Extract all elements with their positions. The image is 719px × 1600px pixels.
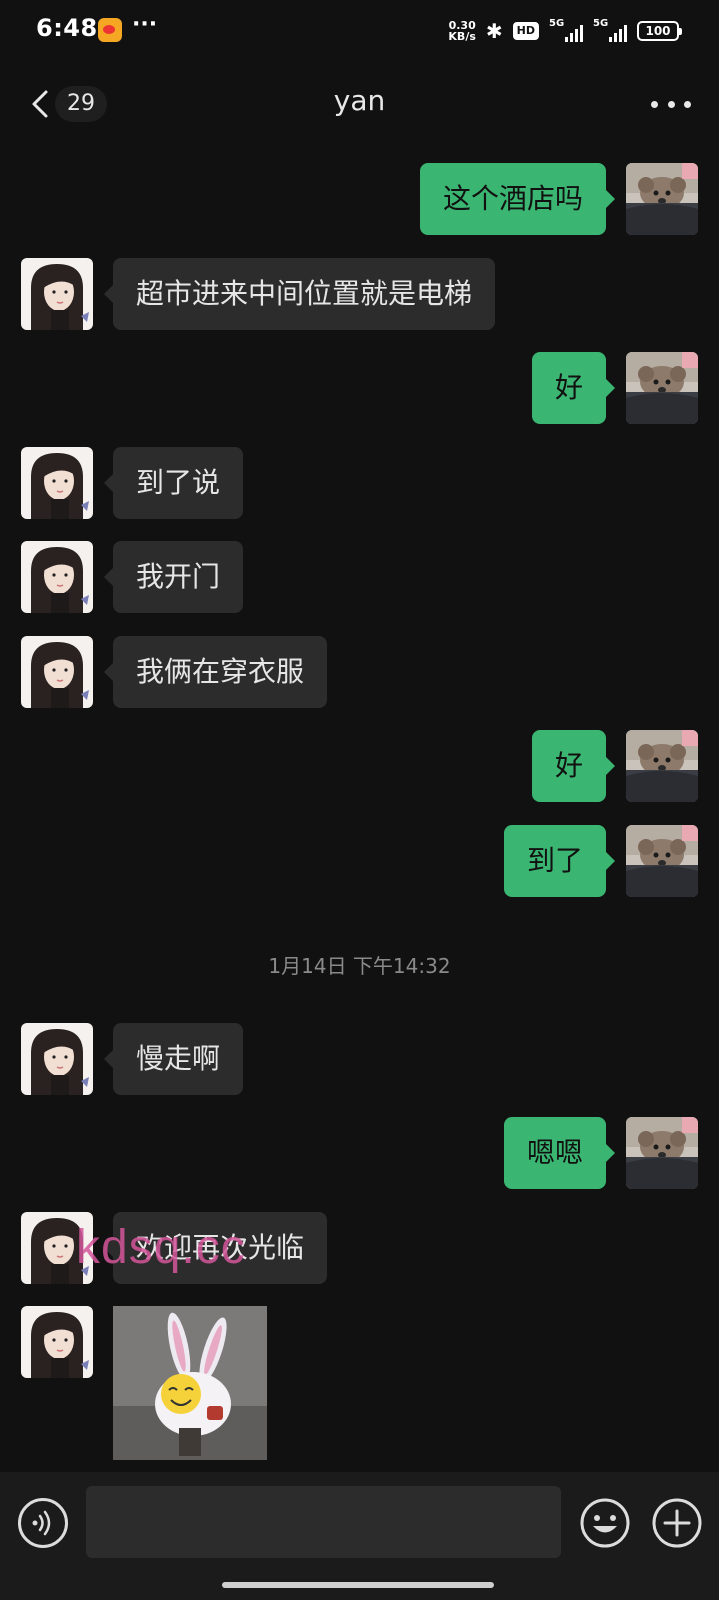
message-row: 到了 [0, 825, 719, 897]
signal-icon-2: 5G [593, 18, 627, 42]
message-timestamp: 1月14日 下午14:32 [268, 954, 451, 978]
message-bubble-self[interactable]: 这个酒店吗 [419, 163, 616, 235]
emoji-icon[interactable] [579, 1497, 631, 1549]
message-row [0, 1306, 719, 1378]
network-speed-unit: KB/s [448, 30, 476, 43]
message-bubble-contact[interactable]: 我开门 [103, 541, 244, 613]
more-notifications-icon: ··· [132, 12, 158, 37]
chat-title: yan [333, 84, 386, 117]
input-bar [0, 1472, 719, 1600]
chat-header: 29 yan [0, 62, 719, 146]
message-bubble-self[interactable]: 嗯嗯 [503, 1117, 616, 1189]
self-avatar[interactable] [626, 730, 698, 802]
contact-avatar[interactable] [21, 1023, 93, 1095]
bunny-sticker[interactable] [113, 1306, 267, 1460]
contact-avatar[interactable] [21, 541, 93, 613]
message-bubble-contact[interactable]: 到了说 [103, 447, 244, 519]
self-avatar[interactable] [626, 1117, 698, 1189]
message-row: 我开门 [0, 541, 719, 613]
message-row: 嗯嗯 [0, 1117, 719, 1189]
contact-avatar[interactable] [21, 1306, 93, 1378]
message-bubble-self[interactable]: 好 [531, 352, 616, 424]
sim1-label: 5G [549, 18, 565, 29]
home-indicator[interactable] [222, 1582, 494, 1588]
sim2-label: 5G [593, 18, 609, 29]
message-row: 慢走啊 [0, 1023, 719, 1095]
message-input[interactable] [86, 1486, 561, 1558]
message-row: 好 [0, 352, 719, 424]
message-row: 这个酒店吗 [0, 163, 719, 235]
message-row: 好 [0, 730, 719, 802]
weibo-icon [98, 18, 122, 42]
bluetooth-icon: ✱ [485, 19, 503, 43]
contact-avatar[interactable] [21, 447, 93, 519]
message-bubble-contact[interactable]: 超市进来中间位置就是电梯 [103, 258, 496, 330]
plus-icon[interactable] [651, 1497, 703, 1549]
more-icon[interactable] [651, 90, 691, 118]
voice-icon[interactable] [18, 1498, 68, 1548]
message-bubble-contact[interactable]: 慢走啊 [103, 1023, 244, 1095]
message-row: 超市进来中间位置就是电梯 [0, 258, 719, 330]
signal-icon: 5G [549, 18, 583, 42]
hd-icon: HD [512, 22, 539, 40]
message-row: 我俩在穿衣服 [0, 636, 719, 708]
message-row: 到了说 [0, 447, 719, 519]
contact-avatar[interactable] [21, 636, 93, 708]
self-avatar[interactable] [626, 352, 698, 424]
self-avatar[interactable] [626, 825, 698, 897]
battery-icon: 100 [637, 21, 682, 41]
watermark: kdsq.cc [76, 1221, 246, 1274]
status-bar: 6:48 ··· 0.30 KB/s ✱ HD 5G 5G 100 [0, 0, 719, 62]
self-avatar[interactable] [626, 163, 698, 235]
status-indicators: 0.30 KB/s ✱ HD 5G 5G 100 [448, 16, 682, 46]
message-bubble-contact[interactable]: 我俩在穿衣服 [103, 636, 328, 708]
status-time: 6:48 [36, 14, 98, 42]
message-bubble-self[interactable]: 到了 [503, 825, 616, 897]
network-speed: 0.30 KB/s [448, 20, 475, 42]
message-bubble-self[interactable]: 好 [531, 730, 616, 802]
contact-avatar[interactable] [21, 258, 93, 330]
